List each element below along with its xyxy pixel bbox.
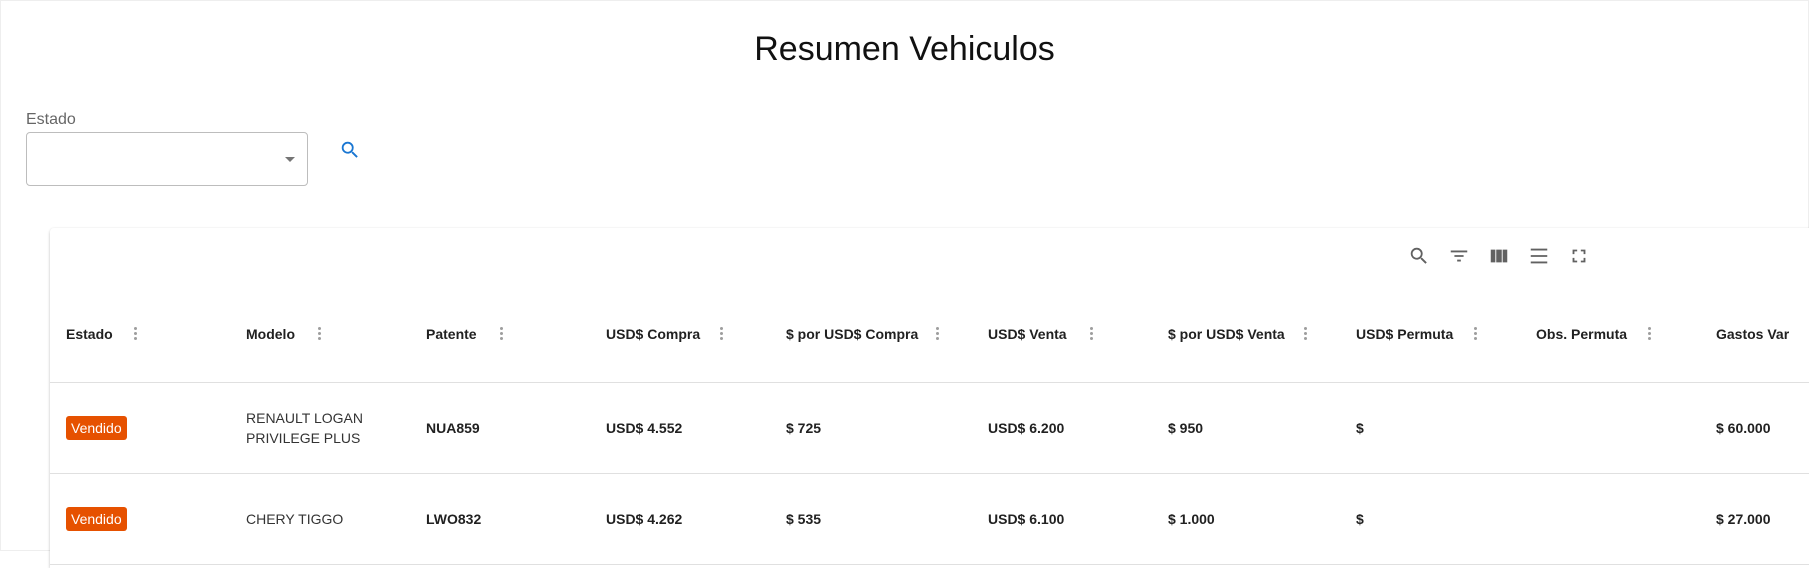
table-row[interactable]: Vendido CHERY TIGGO LWO832 USD$ 4.262 $ … [50, 474, 1809, 565]
column-menu-estado[interactable] [134, 286, 144, 382]
column-header-label: USD$ Compra [606, 326, 701, 342]
column-menu-pesos-usd-venta[interactable] [1304, 286, 1314, 382]
column-header-label: Gastos Var [1716, 326, 1790, 342]
patente-cell: NUA859 [426, 420, 480, 436]
column-menu-modelo[interactable] [318, 286, 328, 382]
column-header-label: $ por USD$ Venta [1168, 326, 1285, 342]
column-header-pesos-usd-compra[interactable]: $ por USD$ Compra [786, 286, 918, 382]
column-menu-pesos-usd-compra[interactable] [936, 286, 946, 382]
more-vert-icon[interactable] [720, 327, 724, 341]
density-button[interactable] [1528, 245, 1550, 267]
column-header-gastos[interactable]: Gastos Var [1716, 286, 1789, 382]
columns-button[interactable] [1488, 245, 1510, 267]
column-header-modelo[interactable]: Modelo [246, 286, 295, 382]
more-vert-icon[interactable] [500, 327, 504, 341]
dropdown-arrow-icon[interactable] [285, 157, 295, 162]
column-menu-usd-compra[interactable] [720, 286, 730, 382]
column-header-label: $ por USD$ Compra [786, 326, 919, 342]
more-vert-icon[interactable] [318, 327, 322, 341]
table-toolbar [1408, 242, 1590, 270]
column-header-estado[interactable]: Estado [66, 286, 113, 382]
more-vert-icon[interactable] [1474, 327, 1478, 341]
column-menu-usd-permuta[interactable] [1474, 286, 1484, 382]
filter-list-icon[interactable] [1448, 245, 1470, 267]
gastos-cell: $ 60.000 [1716, 420, 1771, 436]
page-title: Resumen Vehiculos [754, 30, 1055, 68]
estado-cell: Vendido [66, 383, 127, 473]
more-vert-icon[interactable] [1090, 327, 1094, 341]
estado-filter-label: Estado [26, 111, 76, 128]
status-badge: Vendido [66, 507, 127, 531]
table-row[interactable]: Vendido RENAULT LOGAN PRIVILEGE PLUS NUA… [50, 383, 1809, 474]
column-menu-usd-venta[interactable] [1090, 286, 1100, 382]
view-column-icon[interactable] [1488, 245, 1510, 267]
column-header-patente[interactable]: Patente [426, 286, 477, 382]
column-header-usd-permuta[interactable]: USD$ Permuta [1356, 286, 1453, 382]
more-vert-icon[interactable] [134, 327, 138, 341]
filter-button[interactable] [1448, 245, 1470, 267]
column-menu-patente[interactable] [500, 286, 510, 382]
column-header-label: Patente [426, 326, 477, 342]
more-vert-icon[interactable] [1648, 327, 1652, 341]
search-icon[interactable] [1408, 245, 1430, 267]
column-menu-obs-permuta[interactable] [1648, 286, 1658, 382]
column-header-label: USD$ Venta [988, 326, 1067, 342]
vehicles-table: Estado Modelo Patente USD$ Compra $ por … [50, 228, 1809, 568]
search-icon[interactable] [339, 139, 361, 161]
table-search-button[interactable] [1408, 245, 1430, 267]
density-icon[interactable] [1528, 245, 1550, 267]
fullscreen-button[interactable] [1568, 245, 1590, 267]
column-header-pesos-usd-venta[interactable]: $ por USD$ Venta [1168, 286, 1285, 382]
column-header-usd-venta[interactable]: USD$ Venta [988, 286, 1067, 382]
column-header-usd-compra[interactable]: USD$ Compra [606, 286, 700, 382]
usd-permuta-cell: $ [1356, 420, 1364, 436]
column-header-label: Estado [66, 326, 113, 342]
column-header-label: Modelo [246, 326, 295, 342]
fullscreen-icon[interactable] [1568, 245, 1590, 267]
estado-select[interactable] [26, 132, 308, 186]
column-header-obs-permuta[interactable]: Obs. Permuta [1536, 286, 1627, 382]
status-badge: Vendido [66, 416, 127, 440]
usd-compra-cell: USD$ 4.552 [606, 420, 683, 436]
pesos-usd-venta-cell: $ 950 [1168, 420, 1204, 436]
column-header-label: Obs. Permuta [1536, 326, 1628, 342]
more-vert-icon[interactable] [936, 327, 940, 341]
more-vert-icon[interactable] [1304, 327, 1308, 341]
usd-venta-cell: USD$ 6.200 [988, 420, 1065, 436]
pesos-usd-compra-cell: $ 725 [786, 420, 822, 436]
modelo-cell: RENAULT LOGAN PRIVILEGE PLUS [246, 410, 363, 446]
column-header-label: USD$ Permuta [1356, 326, 1454, 342]
table-header: Estado Modelo Patente USD$ Compra $ por … [50, 286, 1809, 383]
search-button[interactable] [336, 136, 364, 164]
